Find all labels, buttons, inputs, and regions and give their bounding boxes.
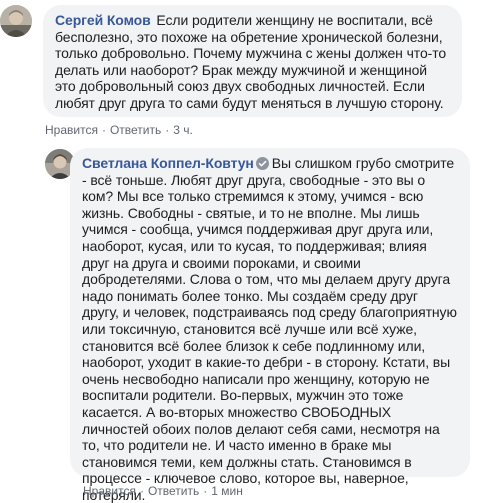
comment-avatar[interactable] bbox=[0, 5, 32, 37]
comment-body: Сергей Комов Если родители женщину не во… bbox=[55, 12, 450, 112]
comment-author-link[interactable]: Сергей Комов bbox=[55, 12, 151, 28]
reply-author-link[interactable]: Светлана Коппел-Ковтун bbox=[82, 155, 254, 171]
like-link[interactable]: Нравится bbox=[83, 484, 136, 498]
reply-link[interactable]: Ответить bbox=[110, 123, 161, 137]
separator-dot: · bbox=[139, 484, 144, 498]
separator-dot: · bbox=[203, 484, 208, 498]
comment-bubble: Сергей Комов Если родители женщину не во… bbox=[43, 5, 462, 117]
comment-actions: Нравится · Ответить · 3 ч. bbox=[45, 123, 193, 137]
reply-link[interactable]: Ответить bbox=[148, 484, 199, 498]
separator-dot: · bbox=[165, 123, 170, 137]
timestamp-link[interactable]: 3 ч. bbox=[173, 123, 193, 137]
reply-body: Светлана Коппел-Ковтун Вы слишком грубо с… bbox=[82, 155, 458, 503]
verified-badge-icon bbox=[255, 157, 269, 170]
separator-dot: · bbox=[101, 123, 106, 137]
reply-actions: Нравится · Ответить · 1 мин bbox=[83, 484, 243, 498]
user-photo-icon bbox=[0, 5, 32, 37]
like-link[interactable]: Нравится bbox=[45, 123, 98, 137]
timestamp-link[interactable]: 1 мин bbox=[211, 484, 243, 498]
reply-bubble: Светлана Коппел-Ковтун Вы слишком грубо с… bbox=[70, 148, 470, 503]
reply-text: Вы слишком грубо смотрите - всё тоньше. … bbox=[82, 155, 457, 503]
